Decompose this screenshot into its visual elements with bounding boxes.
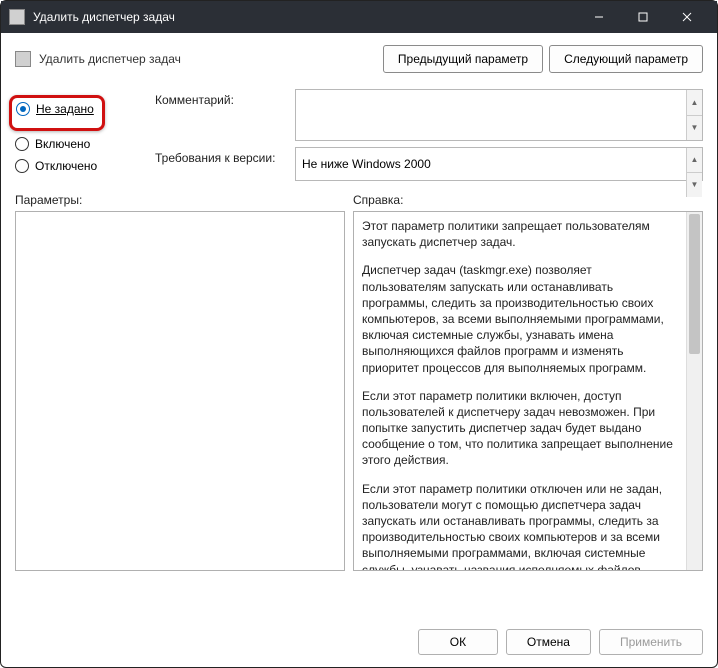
supported-box: Не ниже Windows 2000 ▲ ▼: [295, 147, 703, 181]
app-icon: [9, 9, 25, 25]
radio-not-configured[interactable]: Не задано: [16, 102, 94, 116]
previous-setting-button[interactable]: Предыдущий параметр: [383, 45, 543, 73]
supported-label: Требования к версии:: [155, 147, 295, 181]
spin-down-icon[interactable]: ▼: [686, 172, 702, 197]
next-setting-button[interactable]: Следующий параметр: [549, 45, 703, 73]
apply-button[interactable]: Применить: [599, 629, 703, 655]
radio-label: Включено: [35, 137, 90, 151]
radio-label: Не задано: [36, 102, 94, 116]
radio-label: Отключено: [35, 159, 97, 173]
help-paragraph: Если этот параметр политики отключен или…: [362, 481, 678, 570]
radio-disabled[interactable]: Отключено: [15, 159, 155, 173]
radio-icon: [16, 102, 30, 116]
scrollbar-thumb[interactable]: [689, 214, 700, 354]
radio-enabled[interactable]: Включено: [15, 137, 155, 151]
state-radios: Не задано Включено Отключено: [15, 81, 155, 187]
close-button[interactable]: [665, 1, 709, 33]
comment-input[interactable]: ▲ ▼: [295, 89, 703, 141]
help-paragraph: Если этот параметр политики включен, дос…: [362, 388, 678, 469]
radio-icon: [15, 137, 29, 151]
help-label: Справка:: [353, 193, 703, 207]
minimize-button[interactable]: [577, 1, 621, 33]
options-pane: [15, 211, 345, 571]
ok-button[interactable]: ОК: [418, 629, 498, 655]
spin-up-icon[interactable]: ▲: [686, 90, 702, 115]
comment-label: Комментарий:: [155, 89, 295, 141]
radio-icon: [15, 159, 29, 173]
supported-value: Не ниже Windows 2000: [302, 157, 431, 171]
window-title: Удалить диспетчер задач: [33, 10, 577, 24]
help-paragraph: Диспетчер задач (taskmgr.exe) позволяет …: [362, 262, 678, 375]
options-label: Параметры:: [15, 193, 353, 207]
help-text: Этот параметр политики запрещает пользов…: [354, 212, 686, 570]
highlight-annotation: Не задано: [9, 95, 105, 131]
spin-up-icon[interactable]: ▲: [686, 148, 702, 172]
cancel-button[interactable]: Отмена: [506, 629, 591, 655]
maximize-button[interactable]: [621, 1, 665, 33]
policy-title: Удалить диспетчер задач: [39, 52, 377, 66]
header: Удалить диспетчер задач Предыдущий парам…: [1, 33, 717, 81]
spin-down-icon[interactable]: ▼: [686, 115, 702, 141]
help-scrollbar[interactable]: [686, 212, 702, 570]
dialog-footer: ОК Отмена Применить: [1, 619, 717, 667]
help-paragraph: Этот параметр политики запрещает пользов…: [362, 218, 678, 250]
titlebar: Удалить диспетчер задач: [1, 1, 717, 33]
help-pane: Этот параметр политики запрещает пользов…: [353, 211, 703, 571]
policy-icon: [15, 51, 31, 67]
